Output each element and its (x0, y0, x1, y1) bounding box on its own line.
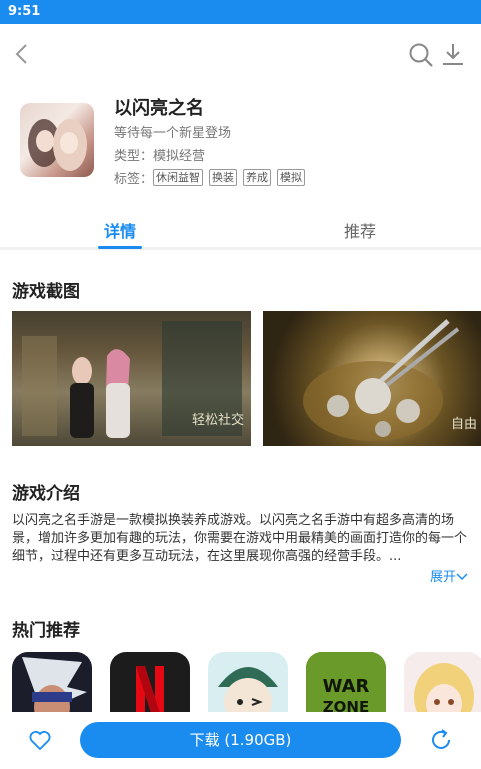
hot-list: WAR ZONE (12, 652, 481, 712)
screenshot-1-caption: 轻松社交 (192, 413, 245, 428)
chevron-down-icon (456, 573, 468, 581)
heart-icon[interactable] (28, 728, 52, 752)
hot-title: 热门推荐 (12, 621, 80, 641)
app-tags: 标签： 休闲益智 换装 养成 模拟 (114, 168, 306, 187)
back-icon[interactable] (12, 42, 32, 66)
svg-text:WAR: WAR (323, 676, 370, 697)
screenshots-title: 游戏截图 (12, 282, 80, 302)
tab-bar: 详情 推荐 (0, 210, 481, 250)
screenshot-gallery[interactable]: 轻松社交 自由 (12, 311, 481, 446)
screenshot-1[interactable]: 轻松社交 (12, 311, 251, 446)
refresh-icon[interactable] (428, 727, 454, 753)
app-subtitle: 等待每一个新星登场 (114, 126, 232, 141)
hot-app-icon[interactable] (208, 652, 288, 712)
tags-label: 标签： (114, 172, 154, 187)
tab-detail[interactable]: 详情 (104, 218, 136, 242)
app-info: 以闪亮之名 等待每一个新星登场 类型：模拟经营 标签： 休闲益智 换装 养成 模… (0, 90, 481, 200)
intro-text: 以闪亮之名手游是一款模拟换装养成游戏。以闪亮之名手游中有超多高清的场景，增加许多… (12, 513, 468, 564)
tab-recommend[interactable]: 推荐 (344, 218, 376, 242)
intro-title: 游戏介绍 (12, 484, 80, 504)
download-icon[interactable] (440, 41, 466, 67)
status-bar: 9:51 (0, 0, 481, 24)
tag[interactable]: 模拟 (277, 169, 306, 186)
hot-app-icon[interactable] (110, 652, 190, 712)
app-icon (20, 103, 94, 177)
status-time: 9:51 (8, 4, 41, 19)
tag[interactable]: 休闲益智 (153, 169, 204, 186)
expand-link[interactable]: 展开 (430, 566, 468, 585)
svg-text:ZONE: ZONE (323, 698, 369, 712)
tab-indicator (98, 246, 142, 249)
app-type: 类型：模拟经营 (114, 149, 206, 164)
expand-label: 展开 (430, 570, 457, 585)
tag[interactable]: 换装 (209, 169, 238, 186)
search-icon[interactable] (408, 42, 434, 68)
download-button[interactable]: 下载 (1.90GB) (80, 722, 401, 758)
hot-app-icon[interactable] (404, 652, 481, 712)
app-title: 以闪亮之名 (114, 98, 204, 119)
bottom-bar: 下载 (1.90GB) (0, 712, 481, 769)
tag[interactable]: 养成 (243, 169, 272, 186)
hot-app-icon[interactable] (12, 652, 92, 712)
screenshot-2[interactable]: 自由 (263, 311, 481, 446)
top-bar (0, 24, 481, 84)
hot-app-icon[interactable]: WAR ZONE (306, 652, 386, 712)
screenshot-2-caption: 自由 (451, 417, 478, 432)
